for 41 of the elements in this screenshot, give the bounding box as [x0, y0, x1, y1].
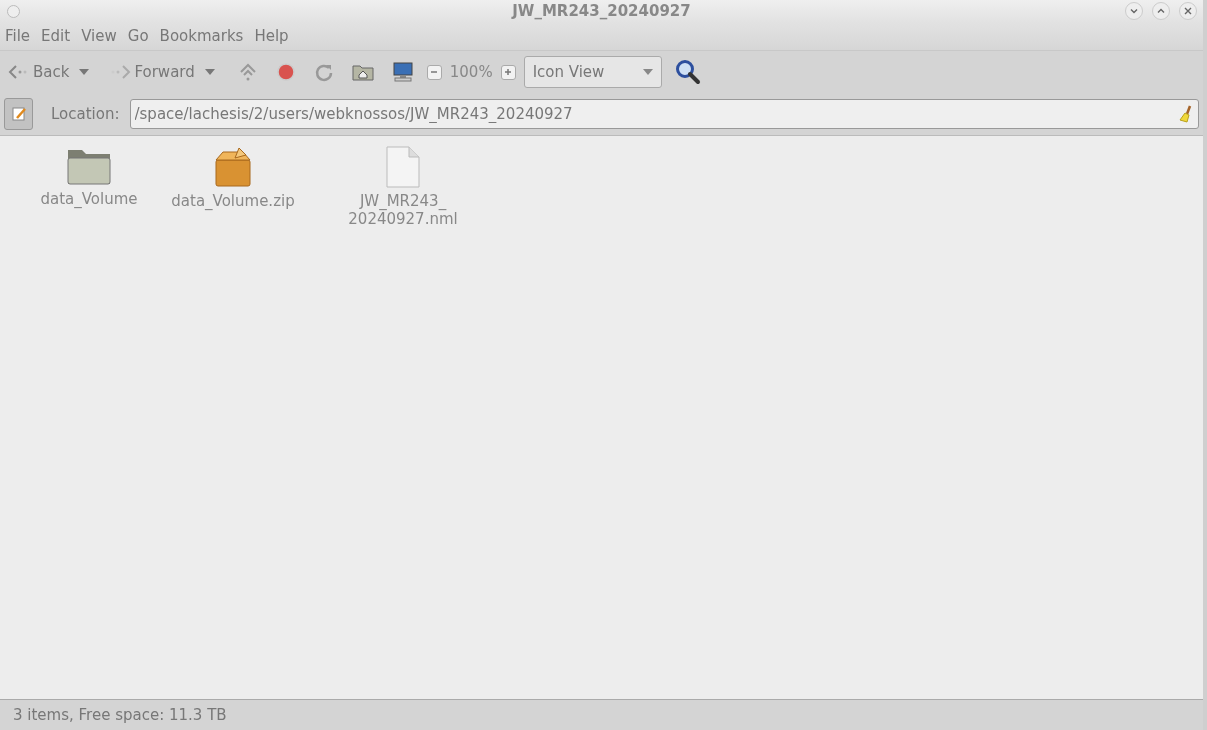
- caret-icon[interactable]: [79, 69, 90, 75]
- minimize-button[interactable]: [1125, 2, 1143, 20]
- file-name[interactable]: JW_MR243_ 20240927.nml: [348, 192, 458, 228]
- menu-item[interactable]: Go: [122, 27, 155, 45]
- close-icon: [1183, 6, 1193, 16]
- menu-item[interactable]: Edit: [36, 27, 77, 45]
- pencil-note-icon: [10, 106, 27, 122]
- caret-icon: [642, 69, 653, 75]
- zoom-level: 100%: [449, 63, 493, 81]
- package-icon[interactable]: [213, 146, 253, 188]
- menu-item[interactable]: Help: [249, 27, 295, 45]
- window-title: JW_MR243_20240927: [512, 2, 691, 20]
- forward-button[interactable]: Forward: [107, 63, 197, 81]
- chevron-up-icon: [1156, 6, 1166, 16]
- caret-icon[interactable]: [204, 69, 215, 75]
- menu-item[interactable]: Bookmarks: [154, 27, 250, 45]
- back-button[interactable]: Back: [6, 63, 72, 81]
- file-name[interactable]: data_Volume: [40, 190, 138, 208]
- reload-icon[interactable]: [313, 62, 334, 82]
- location-field[interactable]: /space/lachesis/2/users/webknossos/JW_MR243_20240927: [129, 99, 1199, 129]
- search-icon[interactable]: [674, 59, 701, 85]
- zoom-in-button[interactable]: [500, 64, 516, 80]
- view-mode-dropdown[interactable]: Icon View: [523, 56, 662, 88]
- maximize-button[interactable]: [1152, 2, 1170, 20]
- forward-arrow-icon: [109, 64, 132, 80]
- broom-icon[interactable]: [1178, 105, 1194, 123]
- status-text: 3 items, Free space: 11.3 TB: [13, 706, 227, 724]
- minus-icon: [430, 68, 439, 76]
- zoom-out-button[interactable]: [426, 64, 442, 80]
- home-folder-icon[interactable]: [351, 62, 374, 82]
- computer-icon[interactable]: [391, 62, 414, 82]
- close-button[interactable]: [1179, 2, 1197, 20]
- plus-icon: [504, 68, 513, 76]
- file-name[interactable]: data_Volume.zip: [171, 192, 295, 210]
- stop-icon[interactable]: [275, 62, 296, 82]
- window-menu-button[interactable]: [7, 4, 20, 18]
- chevron-down-icon: [1129, 6, 1139, 16]
- location-label: Location:: [51, 105, 120, 123]
- menu-item[interactable]: View: [76, 27, 123, 45]
- edit-location-button[interactable]: [4, 98, 33, 130]
- menu-item[interactable]: File: [0, 27, 37, 45]
